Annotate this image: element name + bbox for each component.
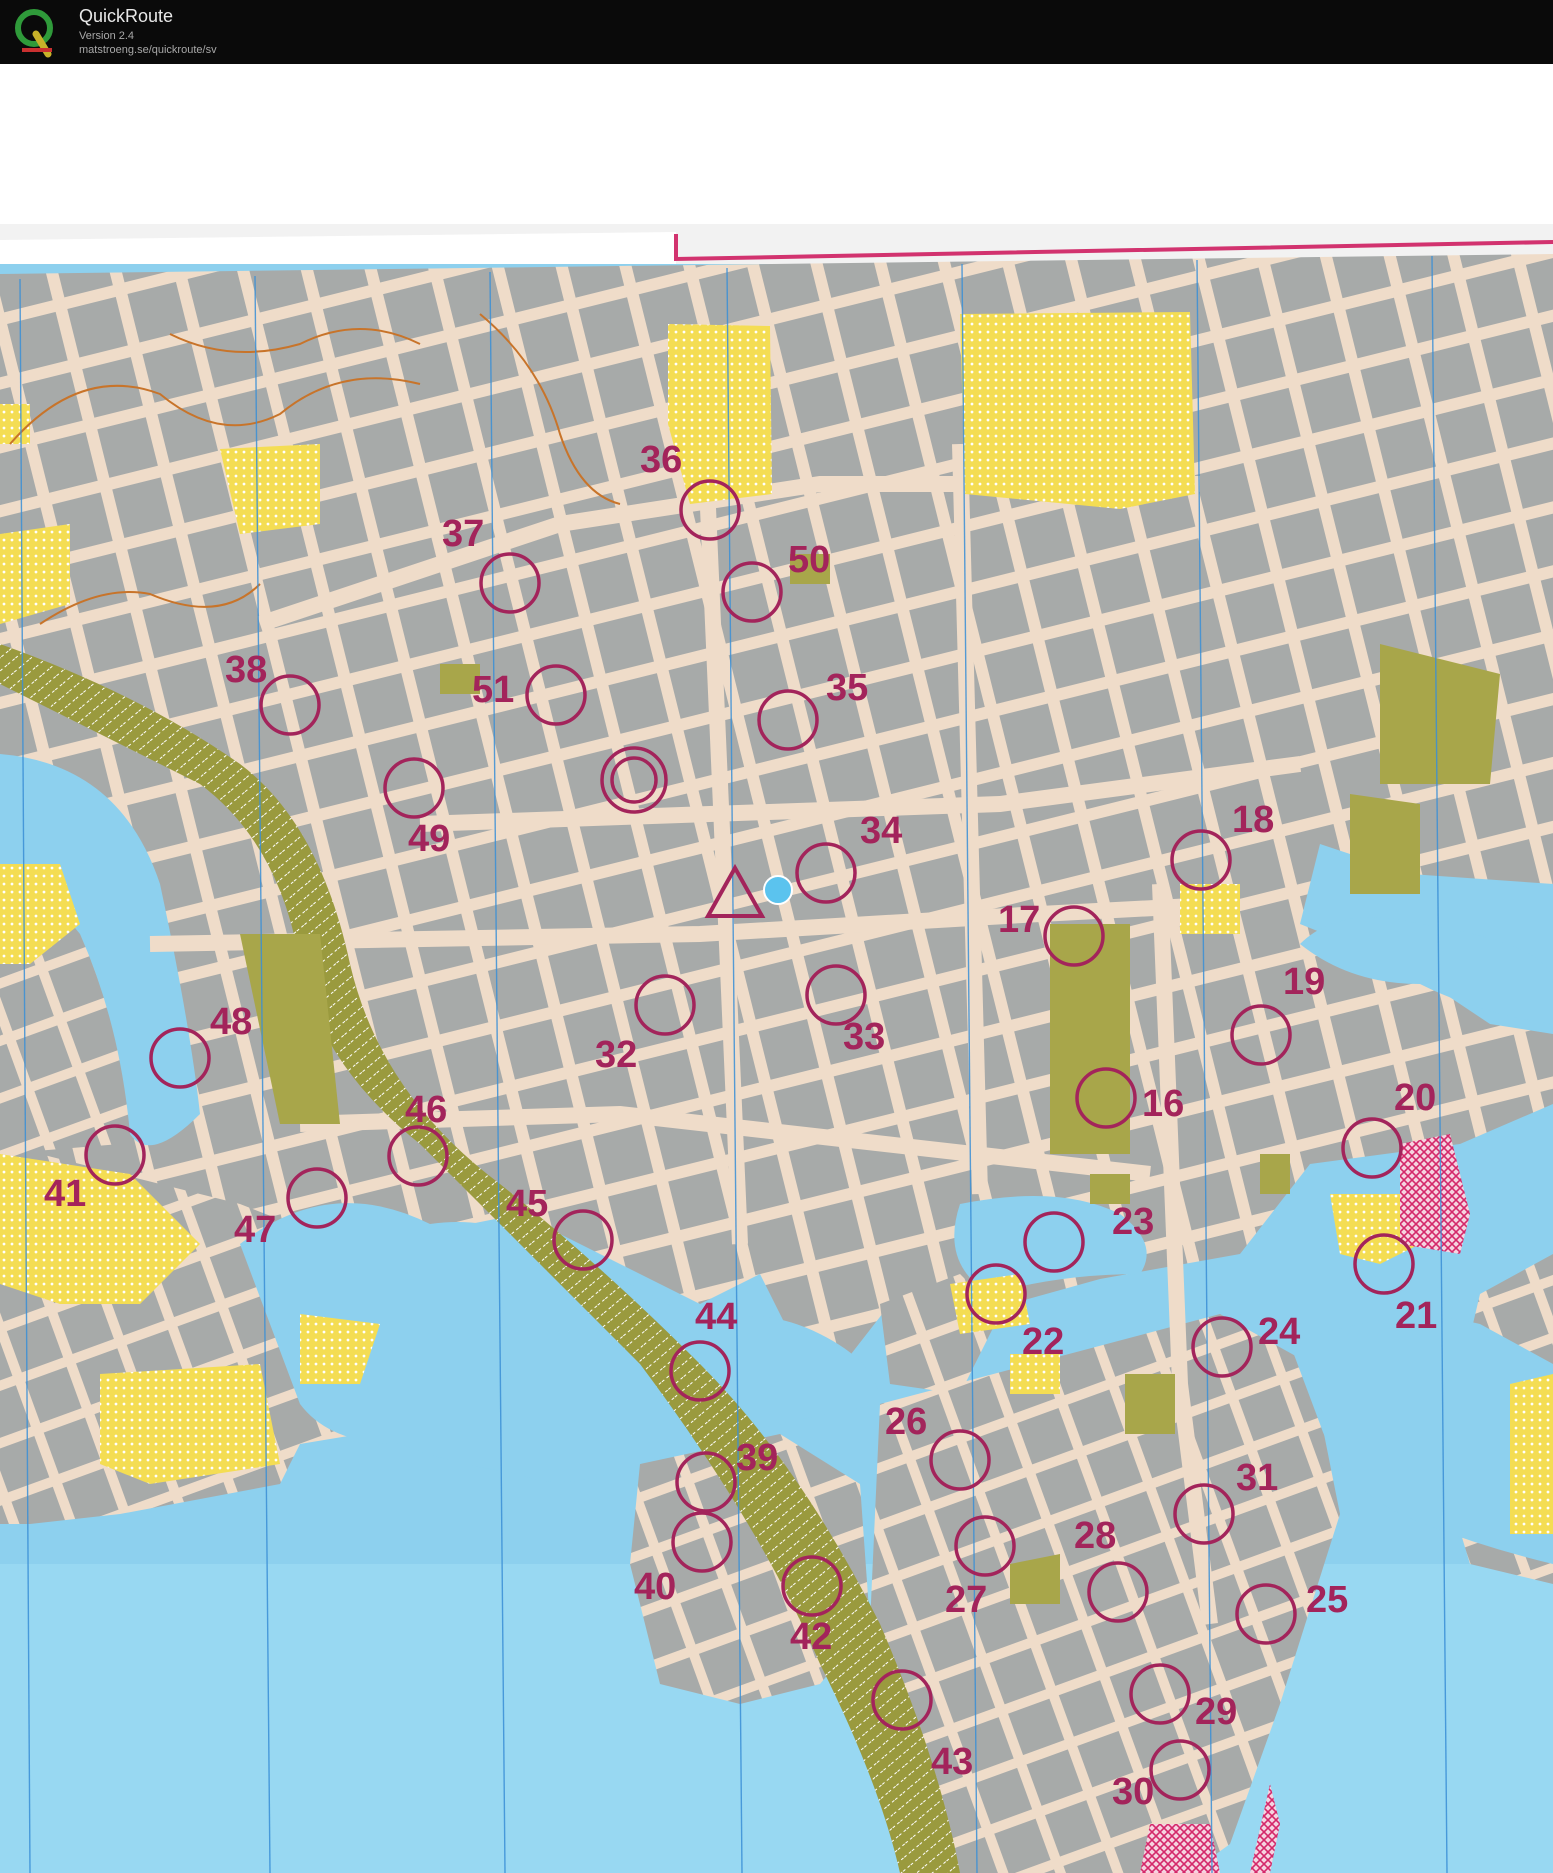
control-number: 28 bbox=[1074, 1515, 1116, 1557]
control-number: 33 bbox=[843, 1016, 885, 1058]
control-number: 34 bbox=[860, 810, 902, 852]
control-number: 48 bbox=[210, 1001, 252, 1043]
control-number: 26 bbox=[885, 1401, 927, 1443]
control-number: 30 bbox=[1112, 1771, 1154, 1813]
control-number: 36 bbox=[640, 439, 682, 481]
control-number: 25 bbox=[1306, 1579, 1348, 1621]
control-number: 27 bbox=[945, 1579, 987, 1621]
control-number: 37 bbox=[442, 513, 484, 555]
control-number: 29 bbox=[1195, 1691, 1237, 1733]
control-number: 20 bbox=[1394, 1077, 1436, 1119]
control-number: 32 bbox=[595, 1034, 637, 1076]
control-number: 17 bbox=[998, 899, 1040, 941]
control-number: 46 bbox=[405, 1089, 447, 1131]
control-number: 18 bbox=[1232, 799, 1274, 841]
control-number: 19 bbox=[1283, 961, 1325, 1003]
control-number: 38 bbox=[225, 649, 267, 691]
control-number: 41 bbox=[44, 1173, 86, 1215]
app-url-link[interactable]: matstroeng.se/quickroute/sv bbox=[79, 44, 217, 56]
control-number: 40 bbox=[634, 1566, 676, 1608]
orienteering-map[interactable]: 16 17 18 19 20 21 22 23 24 25 26 27 28 29 30 31 32 33 34 35… bbox=[0, 64, 1553, 1873]
control-number: 43 bbox=[931, 1741, 973, 1783]
map-view[interactable]: 16 17 18 19 20 21 22 23 24 25 26 27 28 29 30 31 32 33 34 35… bbox=[0, 64, 1553, 1873]
app-title: QuickRoute bbox=[79, 6, 174, 26]
control-number: 50 bbox=[788, 539, 830, 581]
control-number: 42 bbox=[790, 1616, 832, 1658]
app-version: Version 2.4 bbox=[79, 30, 135, 42]
control-number: 21 bbox=[1395, 1295, 1437, 1337]
control-number: 49 bbox=[408, 818, 450, 860]
control-number: 45 bbox=[506, 1183, 548, 1225]
control-number: 24 bbox=[1258, 1311, 1300, 1353]
control-number: 23 bbox=[1112, 1201, 1154, 1243]
control-number: 16 bbox=[1142, 1083, 1184, 1125]
title-bar: QuickRoute Version 2.4 matstroeng.se/qui… bbox=[0, 0, 1553, 64]
control-number: 51 bbox=[472, 669, 514, 711]
control-number: 31 bbox=[1236, 1457, 1278, 1499]
control-number: 47 bbox=[234, 1209, 276, 1251]
control-number: 22 bbox=[1022, 1321, 1064, 1363]
control-number: 35 bbox=[826, 667, 868, 709]
control-number: 39 bbox=[736, 1437, 778, 1479]
control-number: 44 bbox=[695, 1296, 737, 1338]
quickroute-logo-icon bbox=[15, 9, 53, 58]
